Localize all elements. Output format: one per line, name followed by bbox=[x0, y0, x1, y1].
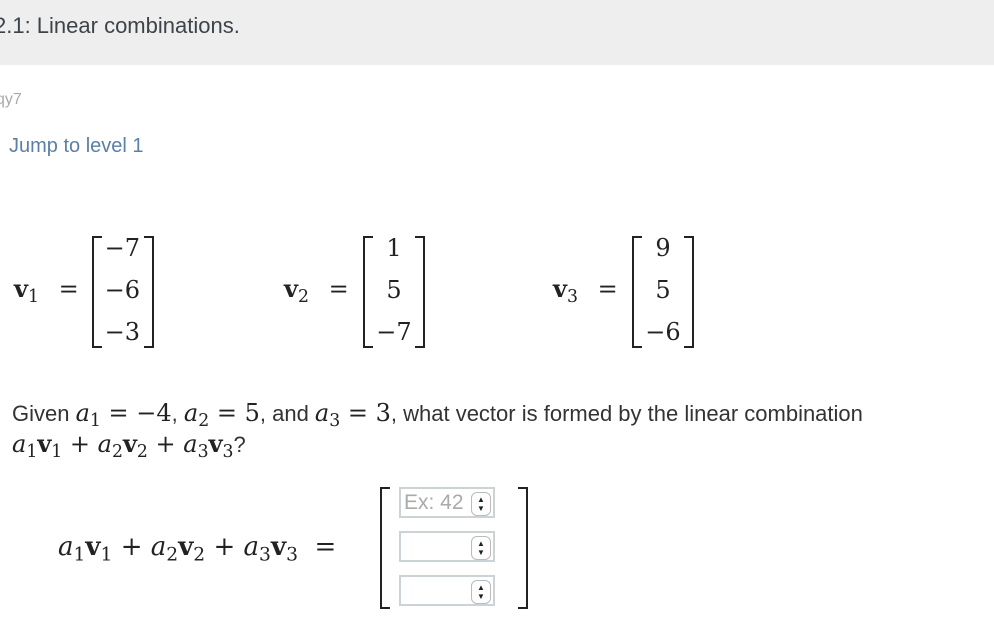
number-spinner[interactable]: ▲ ▼ bbox=[471, 536, 491, 560]
matrix-entry: −6 bbox=[645, 318, 681, 346]
vector-matrix: −7 −6 −3 bbox=[92, 232, 154, 348]
matrix-entry: 5 bbox=[386, 276, 402, 304]
input-placeholder: Ex: 42 bbox=[404, 491, 464, 514]
number-spinner[interactable]: ▲ ▼ bbox=[471, 492, 491, 516]
vector-label: v2 = bbox=[284, 274, 349, 308]
spinner-down-icon[interactable]: ▼ bbox=[477, 548, 485, 557]
answer-input-3[interactable]: ▲ ▼ bbox=[399, 575, 495, 606]
linear-combination-expression: a1v1 + a2v2 + a3v3 bbox=[12, 429, 234, 463]
vector-v3: v3 = 9 5 −6 bbox=[553, 230, 713, 348]
answer-lhs-expression: a1v1 + a2v2 + a3v3 = bbox=[58, 532, 337, 566]
answer-input-2[interactable]: ▲ ▼ bbox=[399, 531, 495, 562]
right-bracket bbox=[518, 487, 528, 609]
question-text: Given a1 = −4, a2 = 5, and a3 = 3, what … bbox=[12, 399, 863, 463]
matrix-entry: 5 bbox=[655, 276, 671, 304]
matrix-entry: −3 bbox=[104, 318, 140, 346]
matrix-entry: −6 bbox=[104, 276, 140, 304]
section-title: 2.1: Linear combinations. bbox=[0, 13, 240, 38]
vector-label: v3 = bbox=[553, 274, 618, 308]
vector-label: v1 = bbox=[14, 274, 79, 308]
header-bar: 2.1: Linear combinations. bbox=[0, 0, 994, 65]
spinner-down-icon[interactable]: ▼ bbox=[477, 592, 485, 601]
a3-equation: a3 = 3 bbox=[314, 399, 391, 432]
matrix-entry: 9 bbox=[655, 234, 671, 262]
number-spinner[interactable]: ▲ ▼ bbox=[471, 580, 491, 604]
vector-matrix: 1 5 −7 bbox=[363, 232, 425, 348]
jump-to-level-link[interactable]: Jump to level 1 bbox=[9, 135, 144, 158]
left-bracket bbox=[380, 487, 390, 609]
matrix-entry: 1 bbox=[386, 234, 402, 262]
spinner-up-icon[interactable]: ▲ bbox=[477, 539, 485, 548]
matrix-entry: −7 bbox=[376, 318, 412, 346]
spinner-up-icon[interactable]: ▲ bbox=[477, 495, 485, 504]
a1-equation: a1 = −4 bbox=[75, 399, 172, 432]
vector-v1: v1 = −7 −6 −3 bbox=[14, 230, 174, 348]
activity-id: qy7 bbox=[0, 91, 22, 108]
spinner-up-icon[interactable]: ▲ bbox=[477, 583, 485, 592]
vector-v2: v2 = 1 5 −7 bbox=[284, 230, 444, 348]
vector-matrix: 9 5 −6 bbox=[632, 232, 694, 348]
matrix-entry: −7 bbox=[104, 234, 140, 262]
answer-input-1[interactable]: Ex: 42 ▲ ▼ bbox=[399, 487, 495, 518]
spinner-down-icon[interactable]: ▼ bbox=[477, 504, 485, 513]
answer-matrix: Ex: 42 ▲ ▼ ▲ ▼ ▲ ▼ bbox=[380, 487, 528, 609]
a2-equation: a2 = 5 bbox=[183, 399, 260, 432]
